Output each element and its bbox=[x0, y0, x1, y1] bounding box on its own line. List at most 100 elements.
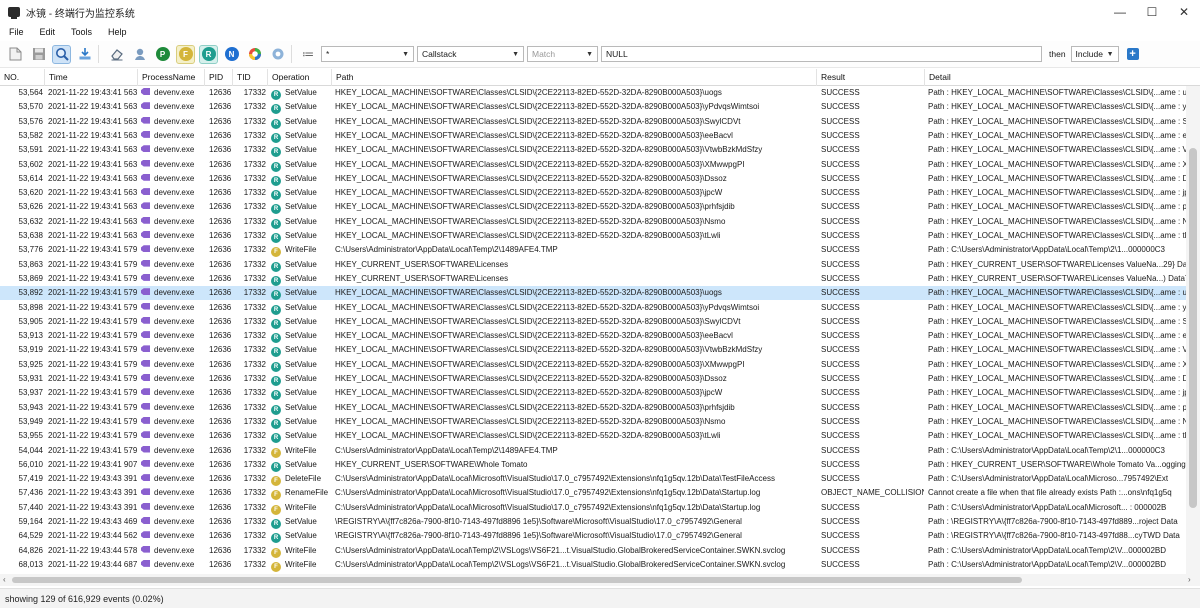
menu-help[interactable]: Help bbox=[100, 27, 135, 37]
cell-result-text: SUCCESS bbox=[821, 331, 860, 341]
filter-action-select[interactable]: Include ▼ bbox=[1070, 46, 1119, 62]
menu-file[interactable]: File bbox=[0, 27, 32, 37]
column-header-time[interactable]: Time bbox=[45, 69, 138, 86]
cell-process-name: devenv.exe bbox=[141, 286, 205, 300]
column-header-no[interactable]: NO. bbox=[0, 69, 45, 86]
visual-studio-icon bbox=[141, 545, 150, 554]
column-header-pid[interactable]: PID bbox=[205, 69, 233, 86]
color-wheel-button[interactable] bbox=[245, 45, 264, 64]
table-row[interactable]: 53,632 2021-11-22 19:43:41 563 devenv.exe 1… bbox=[0, 215, 1186, 229]
table-row[interactable]: 54,044 2021-11-22 19:43:41 579 devenv.exe 1… bbox=[0, 444, 1186, 458]
cell-time: 2021-11-22 19:43:41 579 bbox=[48, 401, 138, 415]
table-row[interactable]: 53,937 2021-11-22 19:43:41 579 devenv.exe 1… bbox=[0, 386, 1186, 401]
file-filter-button[interactable]: F bbox=[176, 44, 195, 64]
process-tree-button[interactable] bbox=[130, 45, 149, 64]
cell-time: 2021-11-22 19:43:41 563 bbox=[48, 143, 138, 157]
table-row[interactable]: 53,919 2021-11-22 19:43:41 579 devenv.exe 1… bbox=[0, 343, 1186, 358]
filter-value-input[interactable]: NULL bbox=[601, 46, 1042, 62]
horizontal-scroll-thumb[interactable] bbox=[12, 577, 1022, 583]
table-row[interactable]: 53,602 2021-11-22 19:43:41 563 devenv.exe 1… bbox=[0, 158, 1186, 172]
column-header-operation[interactable]: Operation bbox=[268, 69, 332, 86]
maximize-button[interactable]: ☐ bbox=[1136, 0, 1168, 24]
scroll-right-icon[interactable]: › bbox=[1188, 574, 1191, 586]
visual-studio-icon bbox=[141, 430, 150, 439]
table-row[interactable]: 53,564 2021-11-22 19:43:41 563 devenv.exe 1… bbox=[0, 86, 1186, 100]
table-row[interactable]: 57,440 2021-11-22 19:43:43 391 devenv.exe 1… bbox=[0, 501, 1186, 515]
clear-button[interactable] bbox=[6, 45, 25, 64]
registry-icon: R bbox=[271, 204, 281, 215]
table-row[interactable]: 53,869 2021-11-22 19:43:41 579 devenv.exe 1… bbox=[0, 272, 1186, 286]
column-header-process-name[interactable]: ProcessName bbox=[138, 69, 205, 86]
table-row[interactable]: 53,582 2021-11-22 19:43:41 563 devenv.exe 1… bbox=[0, 129, 1186, 143]
filter-field-select[interactable]: Callstack ▼ bbox=[417, 46, 524, 62]
save-button[interactable] bbox=[29, 45, 48, 64]
minimize-button[interactable]: — bbox=[1104, 0, 1136, 24]
close-button[interactable]: ✕ bbox=[1168, 0, 1200, 24]
column-header-path[interactable]: Path bbox=[332, 69, 817, 86]
table-row[interactable]: 53,620 2021-11-22 19:43:41 563 devenv.exe 1… bbox=[0, 186, 1186, 201]
cell-operation: F WriteFile bbox=[271, 544, 331, 558]
filter-relation-select[interactable]: Match ▼ bbox=[527, 46, 598, 62]
column-header-detail[interactable]: Detail bbox=[925, 69, 1200, 86]
cell-operation: F WriteFile bbox=[271, 243, 331, 258]
find-button[interactable] bbox=[52, 44, 71, 64]
registry-icon: R bbox=[271, 461, 281, 472]
cell-pid-text: 12636 bbox=[209, 545, 232, 555]
table-row[interactable]: 53,614 2021-11-22 19:43:41 563 devenv.exe 1… bbox=[0, 172, 1186, 186]
scroll-left-icon[interactable]: ‹ bbox=[3, 574, 6, 586]
cell-no: 53,955 bbox=[0, 429, 43, 443]
cell-no-text: 53,955 bbox=[18, 431, 43, 441]
table-row[interactable]: 53,949 2021-11-22 19:43:41 579 devenv.exe 1… bbox=[0, 415, 1186, 429]
table-row[interactable]: 53,925 2021-11-22 19:43:41 579 devenv.exe 1… bbox=[0, 358, 1186, 372]
table-row[interactable]: 64,826 2021-11-22 19:43:44 578 devenv.exe 1… bbox=[0, 544, 1186, 558]
table-row[interactable]: 56,010 2021-11-22 19:43:41 907 devenv.exe 1… bbox=[0, 458, 1186, 472]
table-row[interactable]: 53,898 2021-11-22 19:43:41 579 devenv.exe 1… bbox=[0, 301, 1186, 315]
cell-pid: 12636 bbox=[209, 172, 233, 186]
cell-result: SUCCESS bbox=[821, 286, 924, 300]
cell-time: 2021-11-22 19:43:41 579 bbox=[48, 258, 138, 272]
vertical-scroll-thumb[interactable] bbox=[1189, 148, 1197, 508]
visual-studio-icon bbox=[141, 445, 150, 454]
cell-process-name-text: devenv.exe bbox=[154, 459, 195, 469]
table-row[interactable]: 53,570 2021-11-22 19:43:41 563 devenv.exe 1… bbox=[0, 100, 1186, 115]
visual-studio-icon bbox=[141, 344, 150, 353]
cell-tid: 17332 bbox=[236, 186, 266, 200]
cell-result: SUCCESS bbox=[821, 229, 924, 243]
table-row[interactable]: 64,529 2021-11-22 19:43:44 562 devenv.exe 1… bbox=[0, 529, 1186, 544]
eraser-button[interactable] bbox=[107, 45, 126, 64]
registry-filter-button[interactable]: R bbox=[199, 44, 218, 64]
cell-tid-text: 17332 bbox=[243, 302, 266, 312]
table-row[interactable]: 53,905 2021-11-22 19:43:41 579 devenv.exe 1… bbox=[0, 315, 1186, 329]
table-row[interactable]: 53,776 2021-11-22 19:43:41 579 devenv.exe 1… bbox=[0, 243, 1186, 258]
vertical-scrollbar[interactable] bbox=[1186, 86, 1200, 574]
table-row[interactable]: 53,576 2021-11-22 19:43:41 563 devenv.exe 1… bbox=[0, 115, 1186, 129]
table-row[interactable]: 53,943 2021-11-22 19:43:41 579 devenv.exe 1… bbox=[0, 401, 1186, 415]
table-row[interactable]: 53,638 2021-11-22 19:43:41 563 devenv.exe 1… bbox=[0, 229, 1186, 243]
table-row[interactable]: 53,863 2021-11-22 19:43:41 579 devenv.exe 1… bbox=[0, 258, 1186, 272]
column-header-result[interactable]: Result bbox=[817, 69, 925, 86]
table-row[interactable]: 53,931 2021-11-22 19:43:41 579 devenv.exe 1… bbox=[0, 372, 1186, 386]
add-filter-button[interactable]: + bbox=[1126, 48, 1139, 60]
filter-column-select[interactable]: * ▼ bbox=[321, 46, 414, 62]
cell-operation-text: WriteFile bbox=[285, 245, 317, 255]
table-row[interactable]: 59,164 2021-11-22 19:43:43 469 devenv.exe 1… bbox=[0, 515, 1186, 529]
table-row[interactable]: 68,013 2021-11-22 19:43:44 687 devenv.exe 1… bbox=[0, 558, 1186, 572]
table-row[interactable]: 53,955 2021-11-22 19:43:41 579 devenv.exe 1… bbox=[0, 429, 1186, 444]
cell-path-text: HKEY_LOCAL_MACHINE\SOFTWARE\Classes\CLSI… bbox=[335, 145, 763, 155]
table-row[interactable]: 57,436 2021-11-22 19:43:43 391 devenv.exe 1… bbox=[0, 486, 1186, 501]
table-row[interactable]: 57,419 2021-11-22 19:43:43 391 devenv.exe 1… bbox=[0, 472, 1186, 487]
horizontal-scrollbar[interactable]: ‹ › bbox=[0, 574, 1200, 586]
settings-button[interactable] bbox=[268, 45, 287, 64]
table-row[interactable]: 53,626 2021-11-22 19:43:41 563 devenv.exe 1… bbox=[0, 200, 1186, 215]
table-row[interactable]: 53,892 2021-11-22 19:43:41 579 devenv.exe 1… bbox=[0, 286, 1186, 301]
cell-path: HKEY_LOCAL_MACHINE\SOFTWARE\Classes\CLSI… bbox=[335, 100, 815, 114]
table-row[interactable]: 53,591 2021-11-22 19:43:41 563 devenv.exe 1… bbox=[0, 143, 1186, 158]
network-filter-button[interactable]: N bbox=[222, 45, 241, 64]
menu-edit[interactable]: Edit bbox=[32, 27, 64, 37]
menu-tools[interactable]: Tools bbox=[63, 27, 100, 37]
download-button[interactable] bbox=[75, 45, 94, 64]
process-filter-button[interactable]: P bbox=[153, 45, 172, 64]
column-header-tid[interactable]: TID bbox=[233, 69, 268, 86]
cell-pid-text: 12636 bbox=[209, 488, 232, 498]
table-row[interactable]: 53,913 2021-11-22 19:43:41 579 devenv.exe 1… bbox=[0, 329, 1186, 344]
